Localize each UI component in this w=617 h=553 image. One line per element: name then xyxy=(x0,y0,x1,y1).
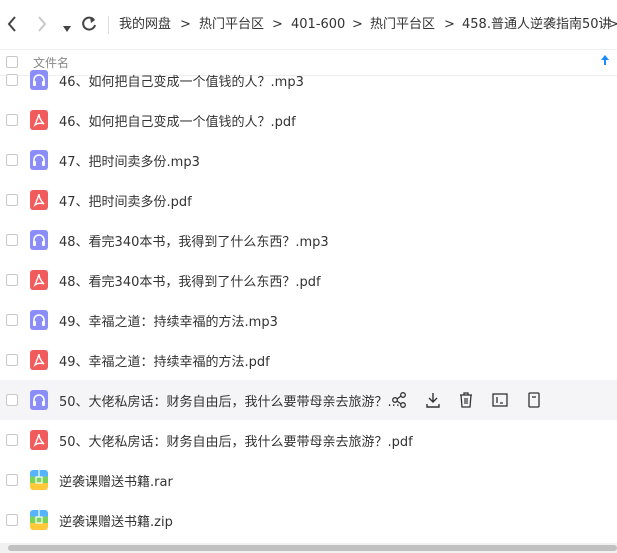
audio-file-icon xyxy=(30,150,48,170)
row-checkbox[interactable] xyxy=(6,114,18,126)
audio-file-icon xyxy=(30,230,48,250)
file-row[interactable]: 46、如何把自己变成一个值钱的人？.mp3 xyxy=(0,60,617,100)
row-checkbox[interactable] xyxy=(6,474,18,486)
row-checkbox[interactable] xyxy=(6,354,18,366)
scrollbar-thumb[interactable] xyxy=(8,545,617,551)
more-icon[interactable] xyxy=(524,390,544,410)
row-checkbox[interactable] xyxy=(6,514,18,526)
row-checkbox[interactable] xyxy=(6,314,18,326)
row-checkbox[interactable] xyxy=(6,74,18,86)
audio-file-icon xyxy=(30,390,48,410)
row-checkbox[interactable] xyxy=(6,194,18,206)
row-checkbox[interactable] xyxy=(6,154,18,166)
pdf-file-icon xyxy=(30,190,48,210)
horizontal-scrollbar[interactable] xyxy=(0,543,617,553)
file-row[interactable]: 47、把时间卖多份.mp3 xyxy=(0,140,617,180)
file-row[interactable]: 47、把时间卖多份.pdf xyxy=(0,180,617,220)
file-row[interactable]: 逆袭课赠送书籍.zip xyxy=(0,500,617,540)
pdf-file-icon xyxy=(30,430,48,450)
file-name[interactable]: 50、大佬私房话：财务自由后，我什么要带母亲去旅游？... xyxy=(59,391,400,410)
file-name[interactable]: 49、幸福之道：持续幸福的方法.pdf xyxy=(59,351,270,370)
breadcrumb-separator: > xyxy=(272,17,283,32)
breadcrumb-separator: > xyxy=(180,17,191,32)
breadcrumb-item[interactable]: 热门平台区 xyxy=(199,16,264,34)
chevron-right-icon[interactable] xyxy=(36,14,48,40)
top-navigation-bar: 我的网盘 > 热门平台区 > 401-600 > 热门平台区 > 458.普通人… xyxy=(0,0,617,50)
file-name[interactable]: 50、大佬私房话：财务自由后，我什么要带母亲去旅游？.pdf xyxy=(59,431,413,450)
audio-file-icon xyxy=(30,310,48,330)
pdf-file-icon xyxy=(30,270,48,290)
file-name[interactable]: 46、如何把自己变成一个值钱的人？.mp3 xyxy=(59,71,304,90)
file-row[interactable]: 49、幸福之道：持续幸福的方法.mp3 xyxy=(0,300,617,340)
row-checkbox[interactable] xyxy=(6,234,18,246)
row-checkbox[interactable] xyxy=(6,394,18,406)
archive-file-icon xyxy=(30,470,48,490)
refresh-icon[interactable] xyxy=(80,14,98,40)
breadcrumb-separator: > xyxy=(352,17,363,32)
file-name[interactable]: 逆袭课赠送书籍.zip xyxy=(59,511,173,530)
file-row[interactable]: 46、如何把自己变成一个值钱的人？.pdf xyxy=(0,100,617,140)
row-checkbox[interactable] xyxy=(6,434,18,446)
file-name[interactable]: 46、如何把自己变成一个值钱的人？.pdf xyxy=(59,111,296,130)
archive-file-icon xyxy=(30,510,48,530)
download-icon[interactable] xyxy=(423,390,443,410)
file-row[interactable]: 逆袭课赠送书籍.rar xyxy=(0,460,617,500)
breadcrumb-item[interactable]: 我的网盘 xyxy=(119,16,171,34)
divider xyxy=(108,16,109,34)
file-name[interactable]: 逆袭课赠送书籍.rar xyxy=(59,471,173,490)
file-name[interactable]: 49、幸福之道：持续幸福的方法.mp3 xyxy=(59,311,278,330)
rename-icon[interactable] xyxy=(490,390,510,410)
file-row[interactable]: 50、大佬私房话：财务自由后，我什么要带母亲去旅游？... xyxy=(0,380,617,420)
breadcrumb-separator: > xyxy=(608,17,617,32)
breadcrumb-separator: > xyxy=(444,17,455,32)
row-checkbox[interactable] xyxy=(6,274,18,286)
audio-file-icon xyxy=(30,70,48,90)
share-icon[interactable] xyxy=(390,390,410,410)
file-row[interactable]: 50、大佬私房话：财务自由后，我什么要带母亲去旅游？.pdf xyxy=(0,420,617,460)
caret-down-icon[interactable] xyxy=(62,20,72,42)
file-name[interactable]: 48、看完340本书，我得到了什么东西？.mp3 xyxy=(59,231,329,250)
file-name[interactable]: 47、把时间卖多份.mp3 xyxy=(59,151,200,170)
file-row[interactable]: 48、看完340本书，我得到了什么东西？.pdf xyxy=(0,260,617,300)
chevron-left-icon[interactable] xyxy=(6,14,18,40)
breadcrumb-item-current[interactable]: 458.普通人逆袭指南50讲 xyxy=(462,16,612,34)
pdf-file-icon xyxy=(30,350,48,370)
breadcrumb-item[interactable]: 401-600 xyxy=(291,16,345,34)
file-row[interactable]: 48、看完340本书，我得到了什么东西？.mp3 xyxy=(0,220,617,260)
delete-icon[interactable] xyxy=(456,390,476,410)
file-row[interactable]: 49、幸福之道：持续幸福的方法.pdf xyxy=(0,340,617,380)
file-name[interactable]: 47、把时间卖多份.pdf xyxy=(59,191,192,210)
breadcrumb-item[interactable]: 热门平台区 xyxy=(370,16,435,34)
file-name[interactable]: 48、看完340本书，我得到了什么东西？.pdf xyxy=(59,271,321,290)
pdf-file-icon xyxy=(30,110,48,130)
